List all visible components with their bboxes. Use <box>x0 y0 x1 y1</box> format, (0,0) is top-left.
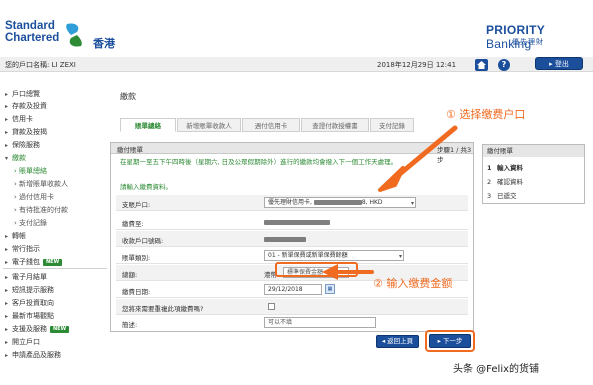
arrow-to-amount-head <box>322 264 338 280</box>
watermark: 头条 @Felix的货铺 <box>451 360 542 375</box>
arrow-to-account-head <box>378 166 405 192</box>
annotation-arrows <box>322 125 458 280</box>
